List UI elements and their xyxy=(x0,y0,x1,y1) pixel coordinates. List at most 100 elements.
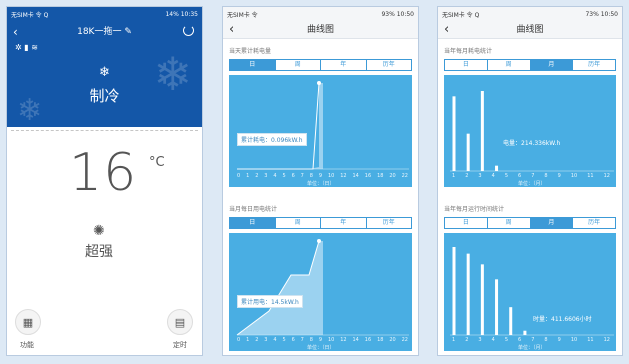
power-icon[interactable] xyxy=(183,25,194,36)
period-tabs: 日 周 月 历年 xyxy=(444,217,616,229)
usage-annotation: 累计用电：14.5kW.h xyxy=(237,295,303,308)
section-title: 当月每日用电统计 xyxy=(229,206,278,213)
x-tick-label: 20 xyxy=(389,337,396,343)
timer-button[interactable]: ▤ xyxy=(167,309,193,335)
x-tick-label: 1 xyxy=(452,173,456,179)
period-tabs: 日 周 年 历年 xyxy=(229,217,412,229)
x-tick-label: 4 xyxy=(273,337,277,343)
mode-header: 无SIM卡 令 Q 14% 10:35 ‹ 18K一拖一 ✎ ✲ ▮ ≋ ❄ ❄… xyxy=(7,7,202,127)
tab-year[interactable]: 年 xyxy=(320,60,366,70)
x-tick-label: 8 xyxy=(309,173,313,179)
bar-chart-svg xyxy=(450,91,614,172)
x-tick-label: 9 xyxy=(557,337,561,343)
indicator-icons: ✲ ▮ ≋ xyxy=(15,43,38,52)
tab-day[interactable]: 日 xyxy=(445,60,487,70)
x-axis-ticks: 0 1 2 3 4 5 6 7 8 9 10 12 14 16 18 20 22 xyxy=(237,337,408,343)
bar-chart-svg xyxy=(450,247,614,336)
tab-all-years[interactable]: 历年 xyxy=(572,60,615,70)
x-tick-label: 5 xyxy=(504,337,508,343)
x-tick-label: 10 xyxy=(570,173,578,179)
x-tick-label: 3 xyxy=(264,337,268,343)
x-tick-label: 22 xyxy=(401,337,408,343)
tab-year[interactable]: 年 xyxy=(320,218,366,228)
x-tick-label: 1 xyxy=(246,173,250,179)
x-tick-label: 6 xyxy=(518,173,522,179)
status-left: 无SIM卡 令 Q xyxy=(442,11,480,19)
data-point xyxy=(317,81,321,85)
x-tick-label: 12 xyxy=(340,173,347,179)
cumulative-usage-chart: 累计耗电：0.096kW.h 0 1 2 3 4 5 6 7 8 9 10 12 14 16 18 20 22 … xyxy=(229,75,412,187)
tab-day[interactable]: 日 xyxy=(230,60,275,70)
x-tick-label: 12 xyxy=(340,337,347,343)
x-tick-label: 6 xyxy=(518,337,522,343)
nav-bar: ‹ 曲线图 xyxy=(223,21,418,39)
x-tick-label: 3 xyxy=(264,173,268,179)
x-tick-label: 2 xyxy=(255,173,259,179)
bar xyxy=(452,247,456,335)
x-tick-label: 9 xyxy=(318,337,323,343)
x-tick-label: 18 xyxy=(377,173,384,179)
area-fill xyxy=(237,241,323,335)
section-title: 当年每月耗电统计 xyxy=(444,48,493,55)
curve-screen-daily: 无SIM卡 令 93% 10:50 ‹ 曲线图 当天累计耗电量 日 周 年 历年… xyxy=(222,6,419,356)
x-tick-label: 20 xyxy=(389,173,396,179)
temperature-unit: °C xyxy=(149,155,165,170)
x-tick-label: 10 xyxy=(327,173,335,179)
x-tick-label: 4 xyxy=(491,173,495,179)
x-tick-label: 5 xyxy=(282,337,286,343)
monthly-energy-bar-chart: 电量：214.336kW.h 1 2 3 4 5 6 7 8 9 10 11 12 单位：（月） xyxy=(444,75,616,187)
x-tick-label: 7 xyxy=(531,337,535,343)
status-right: 93% 10:50 xyxy=(381,10,414,18)
tab-week[interactable]: 周 xyxy=(486,60,530,70)
tab-all-years[interactable]: 历年 xyxy=(572,218,615,228)
divider xyxy=(11,130,198,131)
status-right: 14% 10:35 xyxy=(165,10,198,18)
x-tick-label: 14 xyxy=(352,337,359,343)
x-tick-label: 11 xyxy=(587,173,594,179)
energy-annotation: 电量：214.336kW.h xyxy=(503,140,561,147)
function-button[interactable]: ▦ xyxy=(15,309,41,335)
x-tick-label: 16 xyxy=(364,337,372,343)
temperature-value[interactable]: 16 xyxy=(69,143,137,203)
tab-day[interactable]: 日 xyxy=(445,218,487,228)
device-title[interactable]: 18K一拖一 ✎ xyxy=(7,23,202,41)
tab-week[interactable]: 周 xyxy=(486,218,530,228)
x-tick-label: 18 xyxy=(377,337,384,343)
x-tick-label: 3 xyxy=(478,173,482,179)
tab-month[interactable]: 月 xyxy=(529,60,573,70)
grid-icon: ▦ xyxy=(22,315,34,329)
nav-title: 曲线图 xyxy=(306,25,334,35)
function-label: 功能 xyxy=(20,341,34,349)
period-tabs: 日 周 年 历年 xyxy=(229,59,412,71)
x-tick-label: 7 xyxy=(531,173,535,179)
timer-label: 定时 xyxy=(173,341,187,349)
tab-all-years[interactable]: 历年 xyxy=(365,218,411,228)
tab-all-years[interactable]: 历年 xyxy=(365,60,411,70)
x-tick-label: 8 xyxy=(544,173,548,179)
tab-week[interactable]: 周 xyxy=(274,218,320,228)
tab-day[interactable]: 日 xyxy=(230,218,275,228)
tab-month[interactable]: 月 xyxy=(529,218,573,228)
bar xyxy=(466,253,470,335)
x-axis-unit: 单位：（日） xyxy=(307,345,335,351)
x-tick-label: 12 xyxy=(603,173,610,179)
bar xyxy=(495,165,499,171)
status-left: 无SIM卡 令 Q xyxy=(11,11,49,19)
fan-icon: ✺ xyxy=(93,223,105,239)
section-title: 当天累计耗电量 xyxy=(229,48,272,55)
data-point xyxy=(317,239,321,243)
bar xyxy=(480,91,484,171)
period-tabs: 日 周 月 历年 xyxy=(444,59,616,71)
fan-speed-label[interactable]: 超强 xyxy=(85,241,113,261)
x-tick-label: 7 xyxy=(300,337,304,343)
area-chart-svg xyxy=(237,81,409,170)
tab-week[interactable]: 周 xyxy=(274,60,320,70)
nav-title: 曲线图 xyxy=(516,25,544,35)
x-tick-label: 7 xyxy=(300,173,304,179)
x-tick-label: 2 xyxy=(465,173,469,179)
x-axis-ticks: 1 2 3 4 5 6 7 8 9 10 11 12 xyxy=(452,173,610,179)
chart-section-1: 当年每月耗电统计 日 周 月 历年 电量：214.336kW.h 1234567… xyxy=(438,47,622,202)
mode-label[interactable]: 制冷 xyxy=(7,85,202,106)
x-tick-label: 2 xyxy=(255,337,259,343)
x-tick-label: 12 xyxy=(603,337,610,343)
